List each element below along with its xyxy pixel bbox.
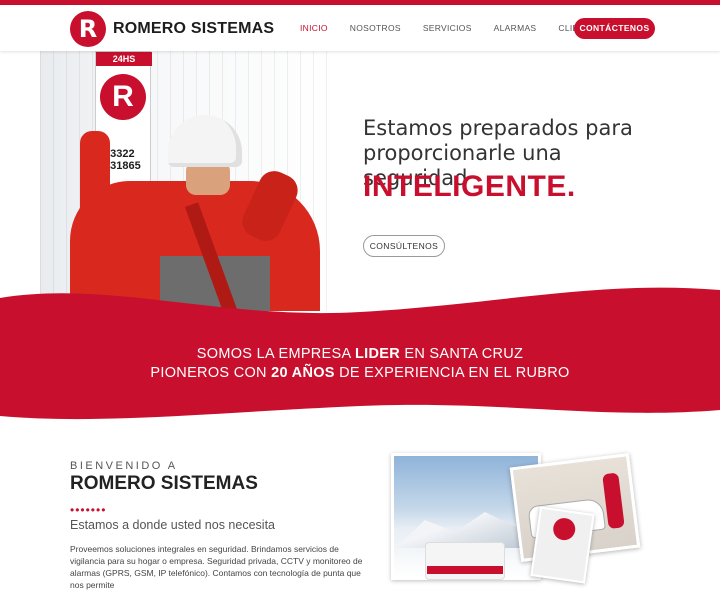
band-line-1: SOMOS LA EMPRESA LIDER EN SANTA CRUZ [0, 345, 720, 364]
about-tagline: Estamos a donde usted nos necesita [70, 518, 275, 532]
company-van [425, 542, 505, 580]
sign-logo-icon-small [551, 516, 577, 542]
band-line2-bold: 20 AÑOS [271, 365, 335, 381]
band-text: SOMOS LA EMPRESA LIDER EN SANTA CRUZ PIO… [0, 345, 720, 383]
divider-dots: ••••••• [70, 503, 107, 517]
van-stripe [427, 566, 503, 574]
hero-headline-line1: Estamos preparados para [363, 116, 633, 140]
nav-item-alarmas[interactable]: ALARMAS [494, 23, 537, 33]
nav-item-nosotros[interactable]: NOSOTROS [350, 23, 401, 33]
collage-photo-sign [530, 506, 595, 584]
band-line1-bold: LIDER [355, 346, 401, 362]
site-header: R ROMERO SISTEMAS INICIO NOSOTROS SERVIC… [0, 5, 720, 51]
brand-name: ROMERO SISTEMAS [113, 20, 275, 37]
company-heading: ROMERO SISTEMAS [70, 473, 258, 494]
consult-button[interactable]: CONSÚLTENOS [363, 235, 445, 257]
hero-headline-emphasis: INTELIGENTE. [363, 170, 576, 203]
band-line-2: PIONEROS CON 20 AÑOS DE EXPERIENCIA EN E… [0, 364, 720, 383]
nav-item-inicio[interactable]: INICIO [300, 23, 328, 33]
welcome-label: BIENVENIDO A [70, 460, 178, 472]
contact-button[interactable]: CONTÁCTENOS [574, 18, 655, 39]
brand-logo[interactable]: R ROMERO SISTEMAS [70, 11, 274, 47]
band-line1-post: EN SANTA CRUZ [400, 346, 524, 362]
sign-logo-icon: R [100, 74, 146, 120]
about-body: Proveemos soluciones integrales en segur… [70, 544, 363, 590]
band-line2-post: DE EXPERIENCIA EN EL RUBRO [334, 365, 570, 381]
band-line2-pre: PIONEROS CON [150, 365, 272, 381]
logo-mark-icon: R [70, 11, 106, 47]
nav-item-servicios[interactable]: SERVICIOS [423, 23, 472, 33]
band-line1-pre: SOMOS LA EMPRESA [196, 346, 356, 362]
technician-figure [602, 472, 625, 530]
about-photo-collage [385, 448, 645, 584]
sign-header: 24HS [96, 52, 152, 66]
